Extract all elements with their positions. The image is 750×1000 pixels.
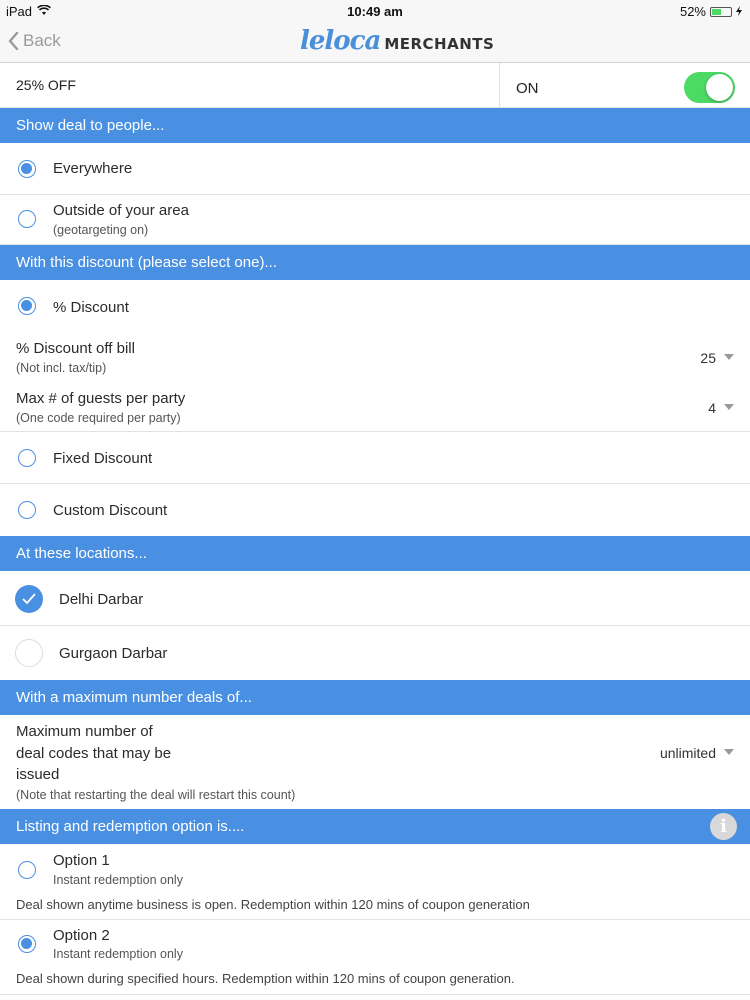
option-label: Custom Discount (53, 502, 168, 519)
option-sublabel: (geotargeting on) (53, 223, 149, 237)
radio-outside-area[interactable] (18, 210, 36, 228)
location-label: Gurgaon Darbar (59, 645, 168, 662)
option-description: Deal shown during specified hours. Redem… (16, 971, 515, 986)
location-checkbox-delhi[interactable] (15, 585, 43, 613)
status-bar: iPad 10:49 am 52% (0, 0, 750, 22)
chevron-down-icon[interactable] (724, 354, 734, 360)
charging-icon (736, 4, 742, 19)
nav-bar: Back leloca MERCHANTS (0, 22, 750, 63)
location-row-gurgaon[interactable]: Gurgaon Darbar (0, 626, 750, 680)
max-codes-note: (Note that restarting the deal will rest… (16, 788, 296, 802)
battery-icon (710, 6, 732, 17)
section-header-audience: Show deal to people... (0, 108, 750, 143)
max-guests-row[interactable]: Max # of guests per party (One code requ… (0, 382, 750, 432)
section-title: Listing and redemption option is.... (16, 818, 245, 835)
section-header-maximum: With a maximum number deals of... (0, 680, 750, 715)
radio-fixed-discount[interactable] (18, 449, 36, 467)
radio-option-1[interactable] (18, 861, 36, 879)
option-label: Option 1 (53, 852, 110, 869)
discount-option-percent[interactable]: % Discount (0, 280, 750, 332)
deal-title[interactable]: 25% OFF (16, 77, 76, 93)
listing-option-2[interactable]: Option 2 Instant redemption only Deal sh… (0, 920, 750, 995)
radio-custom-discount[interactable] (18, 501, 36, 519)
app-logo: leloca MERCHANTS (300, 26, 494, 56)
location-checkbox-gurgaon[interactable] (15, 639, 43, 667)
radio-percent-discount[interactable] (18, 297, 36, 315)
chevron-down-icon[interactable] (724, 404, 734, 410)
max-guests-value[interactable]: 4 (708, 400, 716, 416)
toggle-knob (706, 74, 733, 101)
chevron-down-icon[interactable] (724, 749, 734, 755)
discount-off-bill-row[interactable]: % Discount off bill (Not incl. tax/tip) … (0, 332, 750, 382)
audience-option-everywhere[interactable]: Everywhere (0, 143, 750, 195)
option-label: Everywhere (53, 160, 133, 177)
discount-option-fixed[interactable]: Fixed Discount (0, 432, 750, 484)
section-header-discount: With this discount (please select one)..… (0, 245, 750, 280)
option-label: Fixed Discount (53, 450, 153, 467)
max-codes-line-1: Maximum number of (16, 723, 153, 740)
status-right: 52% (680, 4, 742, 19)
discount-off-bill-value[interactable]: 25 (700, 350, 716, 366)
max-guests-sub: (One code required per party) (16, 411, 181, 425)
logo-script: leloca (300, 26, 381, 56)
info-icon[interactable]: i (710, 813, 737, 840)
audience-option-outside[interactable]: Outside of your area (geotargeting on) (0, 195, 750, 245)
discount-option-custom[interactable]: Custom Discount (0, 484, 750, 536)
max-codes-line-3: issued (16, 766, 60, 783)
checkmark-icon (22, 593, 36, 605)
location-label: Delhi Darbar (59, 591, 144, 608)
max-deal-codes-row[interactable]: Maximum number of deal codes that may be… (0, 715, 750, 809)
max-codes-line-2: deal codes that may be (16, 745, 172, 762)
radio-option-2[interactable] (18, 935, 36, 953)
deal-toggle[interactable] (684, 72, 735, 103)
listing-option-1[interactable]: Option 1 Instant redemption only Deal sh… (0, 844, 750, 920)
discount-off-bill-sub: (Not incl. tax/tip) (16, 361, 107, 375)
radio-everywhere[interactable] (18, 160, 36, 178)
battery-percent: 52% (679, 4, 706, 19)
discount-off-bill-label: % Discount off bill (16, 340, 135, 357)
option-description: Deal shown anytime business is open. Red… (16, 897, 530, 912)
logo-text: MERCHANTS (384, 35, 495, 53)
max-codes-value[interactable]: unlimited (660, 745, 716, 761)
back-label: Back (23, 31, 61, 50)
option-label: Outside of your area (53, 202, 189, 219)
section-header-locations: At these locations... (0, 536, 750, 571)
location-row-delhi[interactable]: Delhi Darbar (0, 571, 750, 626)
divider (499, 63, 500, 108)
option-sublabel: Instant redemption only (53, 873, 183, 887)
back-button[interactable]: Back (8, 31, 61, 51)
status-time: 10:49 am (347, 4, 403, 19)
chevron-left-icon (8, 32, 19, 50)
max-guests-label: Max # of guests per party (16, 390, 186, 407)
option-label: % Discount (53, 299, 129, 316)
toggle-label: ON (516, 80, 539, 97)
option-label: Option 2 (53, 927, 110, 944)
option-sublabel: Instant redemption only (53, 947, 183, 961)
section-header-listing: Listing and redemption option is.... i (0, 809, 750, 844)
deal-header-row: 25% OFF ON (0, 63, 750, 108)
